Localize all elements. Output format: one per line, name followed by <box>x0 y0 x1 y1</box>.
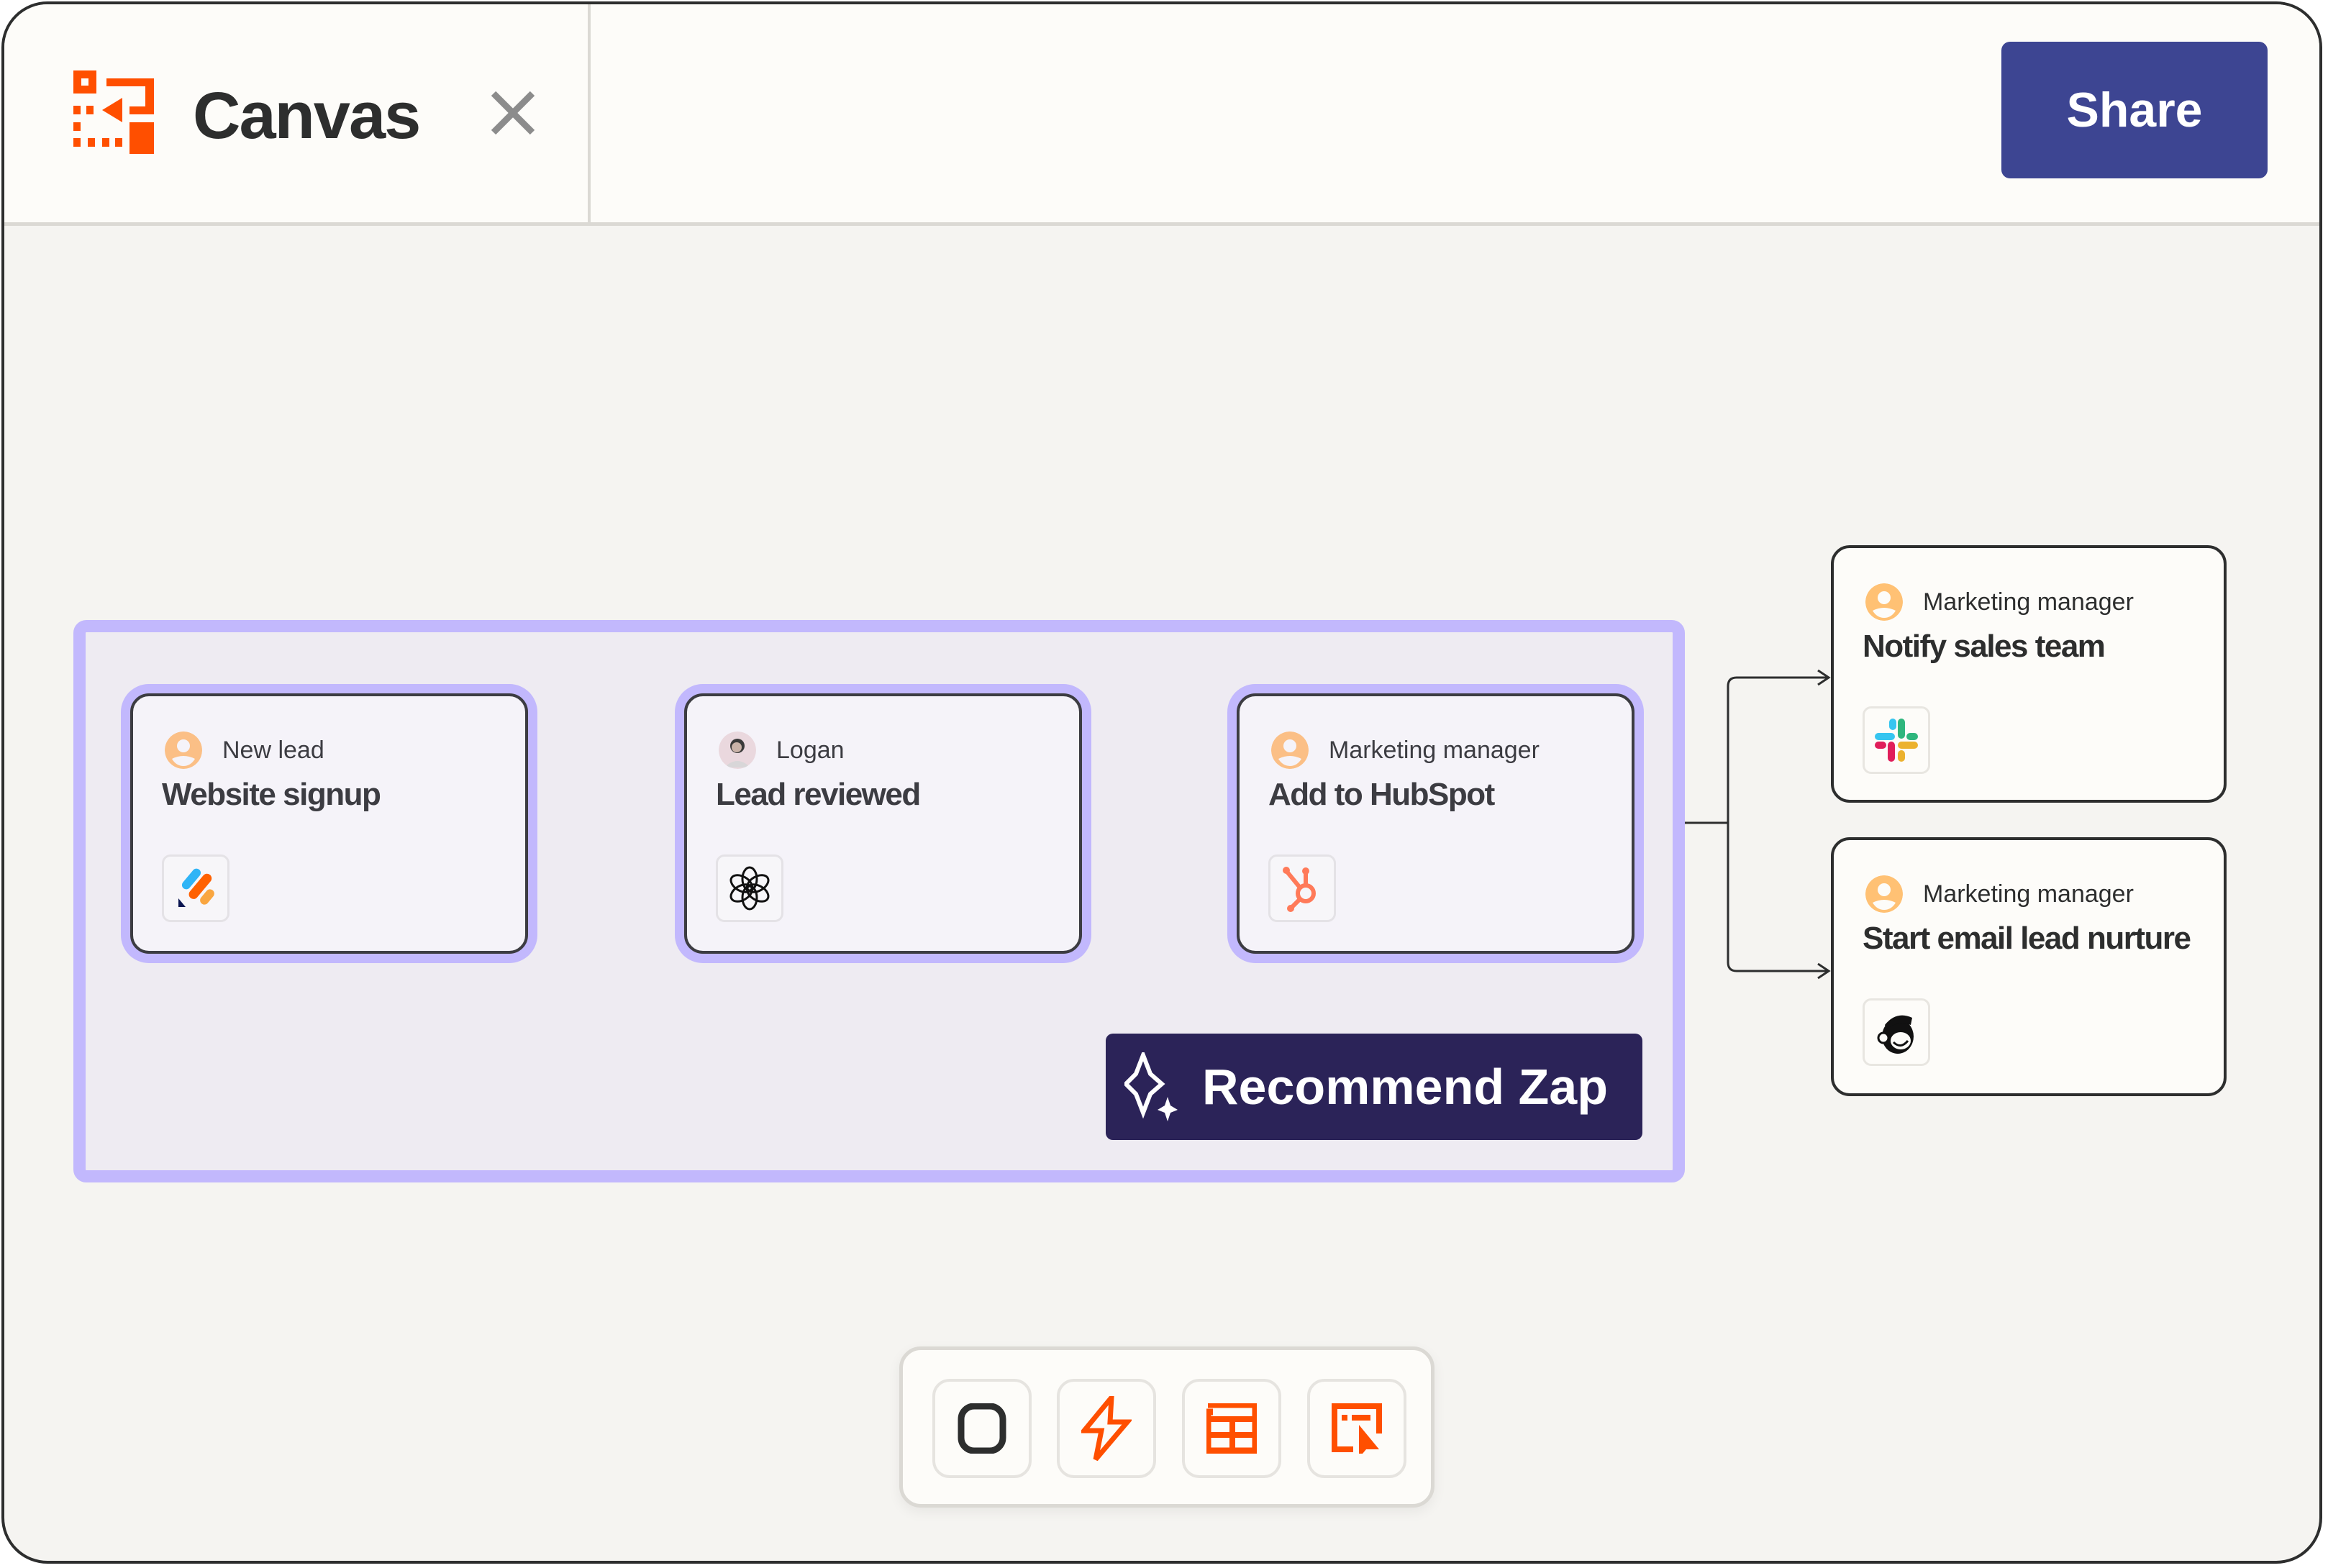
owner-label: Marketing manager <box>1923 880 2134 908</box>
app-tile <box>1863 706 1930 774</box>
interface-cursor-icon <box>1332 1403 1382 1454</box>
owner-label: Marketing manager <box>1923 588 2134 616</box>
step-card-lead-reviewed[interactable]: Logan Lead reviewed <box>684 693 1082 954</box>
step-title: Lead reviewed <box>716 777 921 812</box>
step-title: Add to HubSpot <box>1268 777 1495 812</box>
person-placeholder-icon <box>1865 875 1903 913</box>
step-card-add-to-hubspot[interactable]: Marketing manager Add to HubSpot <box>1237 693 1634 954</box>
step-owner: Logan <box>719 729 845 771</box>
header-bar: Canvas Share <box>4 4 2319 226</box>
toolbar-zap-button[interactable] <box>1057 1379 1156 1478</box>
step-owner: Marketing manager <box>1865 873 2134 915</box>
step-title: Notify sales team <box>1863 629 2106 664</box>
openai-app-icon <box>729 866 770 911</box>
slack-app-icon <box>1875 719 1918 762</box>
connector-to-notify <box>1727 676 1827 823</box>
app-tile <box>716 854 783 922</box>
owner-label: Logan <box>776 736 845 764</box>
step-title: Start email lead nurture <box>1863 921 2191 956</box>
share-button[interactable]: Share <box>2001 42 2268 178</box>
toolbar-table-button[interactable] <box>1182 1379 1281 1478</box>
app-tile <box>1268 854 1336 922</box>
recommend-zap-button[interactable]: Recommend Zap <box>1106 1034 1642 1140</box>
step-card-website-signup[interactable]: New lead Website signup <box>130 693 528 954</box>
table-icon <box>1206 1403 1257 1454</box>
step-owner: Marketing manager <box>1271 729 1540 771</box>
app-window: Canvas Share New lead Website signup Log… <box>1 1 2322 1564</box>
rounded-square-icon <box>958 1403 1006 1454</box>
canvas-logo-icon <box>73 70 154 154</box>
arrowhead-nurture <box>1817 962 1831 980</box>
user-photo-avatar <box>719 731 756 769</box>
step-card-notify-sales-team[interactable]: Marketing manager Notify sales team <box>1831 545 2227 803</box>
owner-label: Marketing manager <box>1329 736 1540 764</box>
person-placeholder-icon <box>1271 731 1309 769</box>
person-placeholder-icon <box>1865 583 1903 621</box>
step-owner: New lead <box>165 729 324 771</box>
toolbar-shape-button[interactable] <box>932 1379 1032 1478</box>
person-placeholder-icon <box>165 731 202 769</box>
step-title: Website signup <box>162 777 381 812</box>
toolbar-interface-button[interactable] <box>1307 1379 1406 1478</box>
step-card-start-email-lead-nurture[interactable]: Marketing manager Start email lead nurtu… <box>1831 837 2227 1096</box>
app-tile <box>162 854 229 922</box>
header-divider <box>588 4 591 222</box>
owner-label: New lead <box>222 736 324 764</box>
recommend-zap-label: Recommend Zap <box>1202 1059 1608 1115</box>
app-tile <box>1863 998 1930 1066</box>
jotform-app-icon <box>178 868 214 907</box>
connector-to-nurture <box>1727 823 1827 972</box>
canvas-toolbar <box>899 1346 1434 1508</box>
canvas-title: Canvas <box>193 79 421 152</box>
lightning-icon <box>1081 1396 1132 1461</box>
sparkle-icon <box>1124 1052 1178 1121</box>
mailchimp-app-icon <box>1877 1015 1914 1054</box>
step-owner: Marketing manager <box>1865 581 2134 623</box>
arrowhead-notify <box>1817 669 1831 686</box>
close-icon[interactable] <box>488 88 538 138</box>
hubspot-app-icon <box>1283 867 1316 912</box>
